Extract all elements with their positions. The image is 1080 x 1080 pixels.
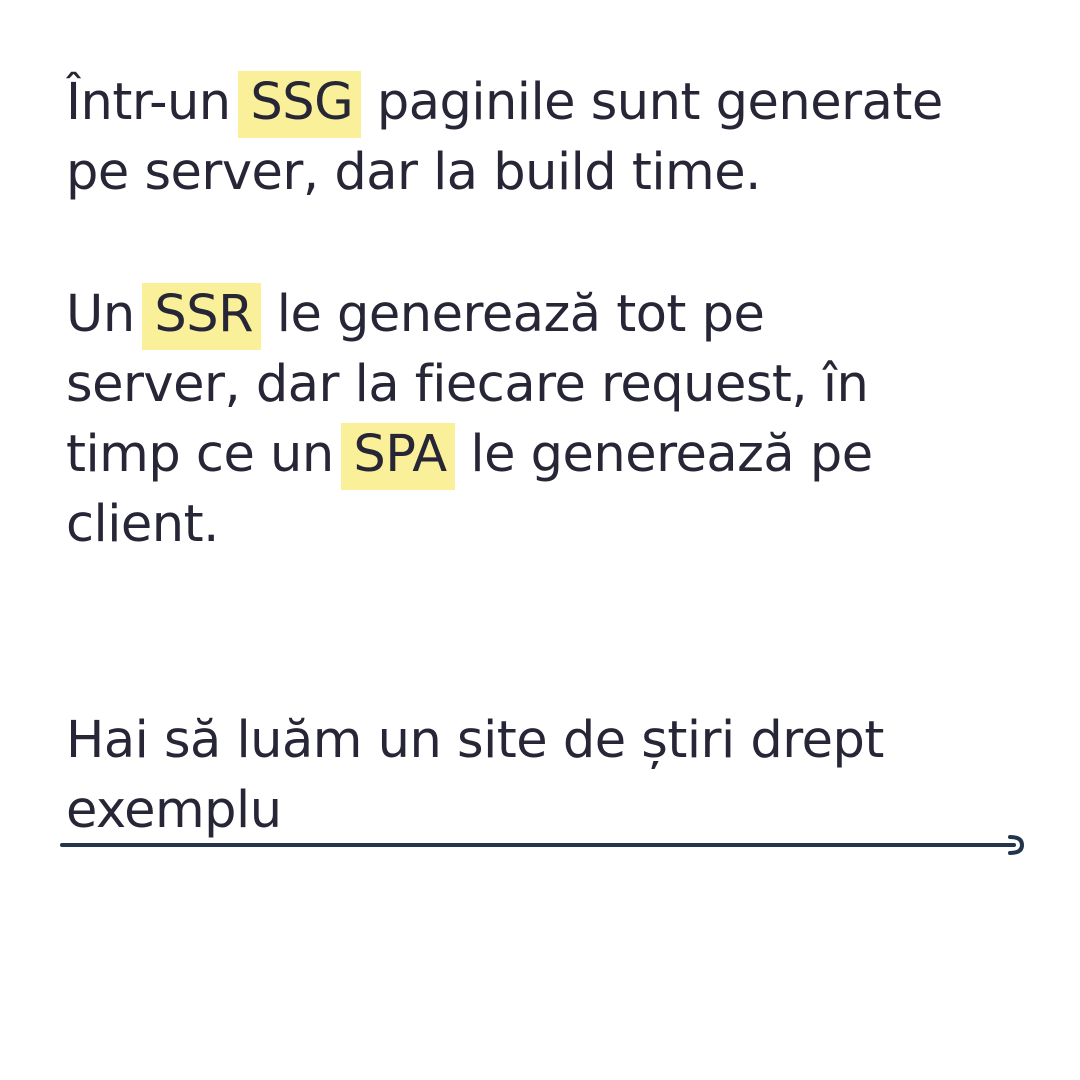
ssr-spa-paragraph: Un SSR le generează tot pe server, dar la… — [66, 280, 873, 560]
right-arrow-icon[interactable] — [60, 830, 1030, 860]
spa-text-post: le generează pe — [454, 425, 873, 484]
example-text-line1: Hai să luăm un site de știri drept — [66, 711, 884, 770]
ssg-highlight: SSG — [238, 71, 362, 138]
ssg-text-pre: Într-un — [66, 73, 247, 132]
spa-highlight: SPA — [341, 423, 455, 490]
ssg-paragraph: Într-un SSG paginile sunt generate pe ser… — [66, 68, 943, 208]
ssr-text-pre: Un — [66, 285, 151, 344]
ssr-text-post: le generează tot pe — [261, 285, 765, 344]
ssg-text-post: paginile sunt generate — [361, 73, 943, 132]
spa-text-line4: client. — [66, 495, 219, 554]
ssg-text-line2: pe server, dar la build time. — [66, 143, 761, 202]
ssr-highlight: SSR — [142, 283, 262, 350]
ssr-text-line2: server, dar la fiecare request, în — [66, 355, 869, 414]
example-paragraph: Hai să luăm un site de știri drept exempl… — [66, 706, 884, 846]
spa-text-pre: timp ce un — [66, 425, 350, 484]
